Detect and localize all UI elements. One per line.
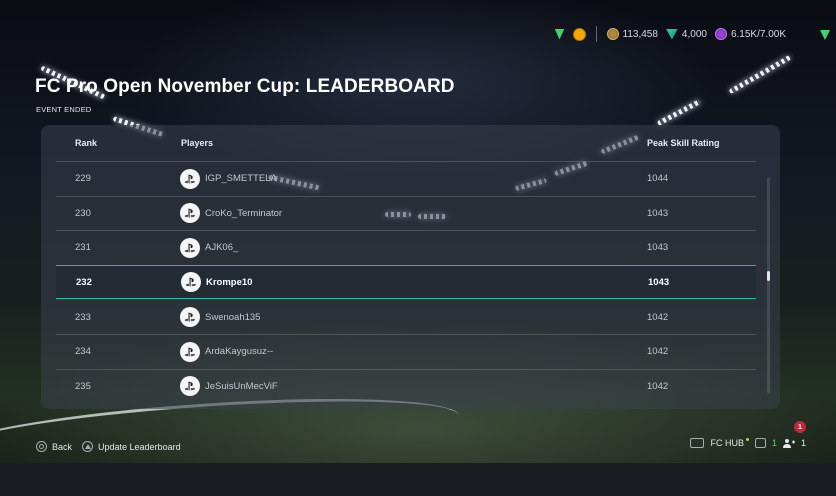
online-dot-icon [745, 437, 749, 441]
player-cell: AJK06_ [180, 237, 239, 258]
friends-icon[interactable] [782, 438, 795, 448]
leaderboard-row[interactable]: 235 JeSuisUnMecViF 1042 [56, 368, 756, 404]
playstation-icon [180, 307, 200, 328]
column-header-players: Players [181, 138, 214, 148]
rating-cell: 1043 [648, 276, 670, 288]
player-cell: ArdaKaygusuz-- [180, 341, 274, 362]
coins-value: 113,458 [622, 28, 658, 40]
event-status: EVENT ENDED [36, 105, 92, 114]
player-name: Swenoah135 [205, 311, 261, 323]
sp-value: 6.15K/7.00K [730, 28, 786, 40]
rating-cell: 1043 [647, 207, 669, 219]
leaderboard-panel: Rank Players Peak Skill Rating 229 IGP_S… [41, 125, 780, 409]
fc-hub-button[interactable]: FC HUB [710, 438, 744, 448]
player-name: ArdaKaygusuz-- [205, 346, 274, 358]
footer-actions: Back Update Leaderboard [36, 441, 181, 452]
leaderboard-row[interactable]: 231 AJK06_ 1043 [56, 230, 756, 265]
footer-status: FC HUB 1 1 [690, 437, 806, 448]
player-name: Krompe10 [206, 276, 253, 288]
player-cell: CroKo_Terminator [180, 203, 283, 224]
playstation-icon [181, 272, 201, 293]
leaderboard-row[interactable]: 229 IGP_SMETTELA 1044 [56, 161, 756, 196]
rating-cell: 1044 [647, 173, 669, 185]
player-cell: IGP_SMETTELA [180, 168, 277, 189]
leaderboard-row[interactable]: 233 Swenoah135 1042 [56, 299, 756, 334]
notification-badge: 1 [794, 421, 806, 433]
divider [595, 26, 597, 42]
rating-cell: 1042 [647, 380, 669, 392]
scrollbar[interactable] [767, 177, 770, 393]
page-title: FC Pro Open November Cup: LEADERBOARD [35, 76, 455, 97]
sp-balance: 6.15K/7.00K [714, 28, 786, 40]
currency-bar: 113,458 4,000 6.15K/7.00K [554, 26, 786, 42]
rank-cell: 235 [75, 380, 91, 392]
leaderboard-row[interactable]: 234 ArdaKaygusuz-- 1042 [56, 333, 756, 369]
playstation-icon [180, 203, 200, 224]
rating-cell: 1043 [647, 242, 669, 254]
leaderboard-row[interactable]: 230 CroKo_Terminator 1043 [56, 195, 756, 231]
sp-icon [714, 28, 727, 40]
fc-points-value: 4,000 [681, 28, 707, 40]
rank-cell: 231 [75, 242, 91, 254]
bottom-strip [0, 463, 836, 496]
player-name: CroKo_Terminator [205, 207, 283, 219]
rank-cell: 232 [76, 276, 92, 288]
coins-balance: 113,458 [606, 28, 658, 40]
column-header-rank: Rank [75, 138, 98, 148]
column-header-rating: Peak Skill Rating [647, 138, 720, 148]
player-cell: JeSuisUnMecViF [180, 376, 278, 397]
playstation-icon [180, 237, 200, 258]
player-cell: Krompe10 [181, 272, 253, 293]
fc-points-icon [665, 28, 678, 40]
friends-count: 1 [800, 438, 806, 448]
back-label: Back [52, 441, 73, 452]
fc-points-balance: 4,000 [665, 28, 707, 40]
coin-icon [606, 28, 619, 40]
rating-cell: 1042 [647, 346, 669, 358]
club-badge-icon [572, 27, 586, 41]
leaderboard-list: 229 IGP_SMETTELA 1044 230 CroKo_Terminat… [56, 161, 756, 409]
player-name: JeSuisUnMecViF [205, 380, 278, 392]
playstation-icon [180, 376, 200, 397]
club-status-icon [554, 28, 565, 40]
squad-count: 1 [771, 438, 777, 448]
triangle-button-icon [82, 441, 94, 452]
fc-hub-label: FC HUB [710, 438, 744, 448]
player-name: AJK06_ [205, 242, 239, 254]
rating-cell: 1042 [647, 311, 669, 323]
player-name: IGP_SMETTELA [205, 173, 277, 185]
leaderboard-row-selected[interactable]: 232 Krompe10 1043 [56, 264, 756, 300]
rank-cell: 233 [75, 311, 91, 323]
circle-button-icon [36, 441, 47, 452]
rank-cell: 234 [75, 346, 91, 358]
playstation-icon [180, 168, 200, 189]
playstation-icon [180, 341, 200, 362]
rank-cell: 229 [75, 173, 91, 185]
scrollbar-thumb[interactable] [767, 271, 770, 281]
squad-icon [754, 438, 766, 448]
back-button[interactable]: Back [36, 441, 72, 452]
rank-cell: 230 [75, 207, 91, 219]
player-cell: Swenoah135 [180, 307, 261, 328]
touchpad-icon [690, 438, 705, 448]
update-leaderboard-button[interactable]: Update Leaderboard [82, 441, 181, 452]
update-label: Update Leaderboard [98, 441, 181, 452]
